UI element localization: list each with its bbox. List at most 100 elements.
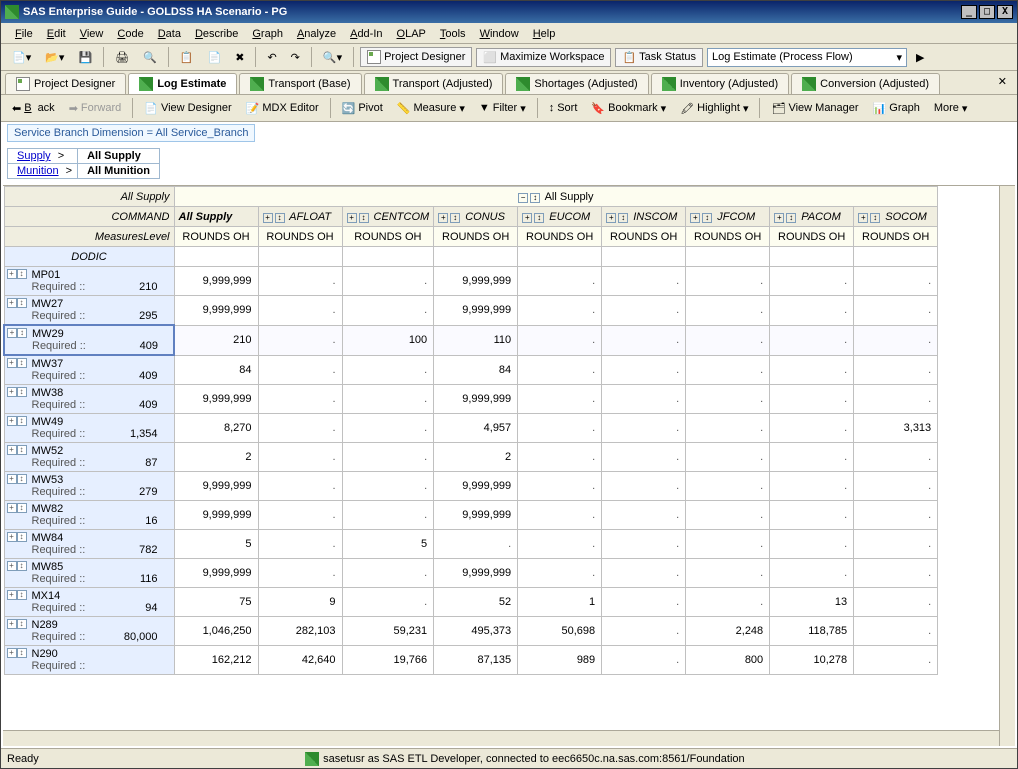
drill-icon[interactable]: ↕: [17, 416, 27, 426]
menu-edit[interactable]: Edit: [41, 25, 72, 43]
drill-icon[interactable]: ↕: [17, 269, 27, 279]
project-designer-button[interactable]: Project Designer: [360, 47, 472, 67]
expand-icon[interactable]: +: [7, 269, 17, 279]
tab-conversion-adjusted-[interactable]: Conversion (Adjusted): [791, 73, 940, 94]
col-inscom[interactable]: +↕ INSCOM: [602, 207, 686, 227]
menu-code[interactable]: Code: [111, 25, 149, 43]
maximize-workspace-button[interactable]: ⬜ Maximize Workspace: [476, 48, 611, 67]
back-button[interactable]: ⬅ Back: [7, 99, 60, 118]
expand-icon[interactable]: +: [7, 328, 17, 338]
menu-view[interactable]: View: [74, 25, 110, 43]
drill-icon[interactable]: ↕: [17, 648, 27, 658]
drill-icon[interactable]: ↕: [17, 445, 27, 455]
expand-icon[interactable]: +: [7, 445, 17, 455]
col-eucom[interactable]: +↕ EUCOM: [518, 207, 602, 227]
close-tab-button[interactable]: ✕: [992, 73, 1013, 94]
expand-icon[interactable]: +: [7, 416, 17, 426]
tab-log-estimate[interactable]: Log Estimate: [128, 73, 237, 94]
row-N290[interactable]: +↕N290Required ::: [4, 646, 174, 675]
drill-icon[interactable]: ↕: [17, 474, 27, 484]
drill-icon[interactable]: ↕: [17, 387, 27, 397]
minimize-button[interactable]: _: [961, 5, 977, 19]
expand-icon[interactable]: +: [7, 561, 17, 571]
graph-button[interactable]: 📊 Graph: [868, 99, 925, 118]
menu-window[interactable]: Window: [474, 25, 525, 43]
horizontal-scrollbar[interactable]: [3, 730, 999, 746]
col-span[interactable]: −↕ All Supply: [174, 187, 938, 207]
col-afloat[interactable]: +↕ AFLOAT: [258, 207, 342, 227]
search-button[interactable]: 🔍▾: [318, 48, 347, 67]
menu-olap[interactable]: OLAP: [391, 25, 432, 43]
delete-button[interactable]: ✖: [230, 48, 249, 67]
row-MW85[interactable]: +↕MW85Required ::116: [4, 559, 174, 588]
row-MW52[interactable]: +↕MW52Required ::87: [4, 443, 174, 472]
close-button[interactable]: X: [997, 5, 1013, 19]
tab-project-designer[interactable]: Project Designer: [5, 73, 126, 94]
col-centcom[interactable]: +↕ CENTCOM: [342, 207, 434, 227]
drill-icon[interactable]: ↕: [17, 328, 27, 338]
view-manager-button[interactable]: 🗂 View Manager: [766, 99, 863, 118]
drill-icon[interactable]: ↕: [17, 590, 27, 600]
flow-select[interactable]: Log Estimate (Process Flow)▾: [707, 48, 907, 67]
col-jfcom[interactable]: +↕ JFCOM: [686, 207, 770, 227]
drill-icon[interactable]: ↕: [17, 298, 27, 308]
drill-icon[interactable]: ↕: [17, 358, 27, 368]
pivot-button[interactable]: 🔄 Pivot: [337, 99, 388, 118]
maximize-button[interactable]: □: [979, 5, 995, 19]
drill-icon[interactable]: ↕: [17, 503, 27, 513]
tab-transport-base-[interactable]: Transport (Base): [239, 73, 361, 94]
undo-button[interactable]: ↶: [262, 48, 281, 67]
col-pacom[interactable]: +↕ PACOM: [770, 207, 854, 227]
expand-icon[interactable]: +: [7, 648, 17, 658]
row-MP01[interactable]: +↕MP01Required ::210: [4, 267, 174, 296]
redo-button[interactable]: ↷: [286, 48, 305, 67]
task-status-button[interactable]: 📋 Task Status: [615, 48, 703, 67]
row-MW82[interactable]: +↕MW82Required ::16: [4, 501, 174, 530]
expand-icon[interactable]: +: [7, 619, 17, 629]
row-N289[interactable]: +↕N289Required ::80,000: [4, 617, 174, 646]
expand-icon[interactable]: +: [7, 298, 17, 308]
sort-button[interactable]: ↕ Sort: [544, 99, 583, 117]
tab-inventory-adjusted-[interactable]: Inventory (Adjusted): [651, 73, 789, 94]
paste-button[interactable]: 📄: [203, 48, 227, 67]
collapse-icon[interactable]: −: [518, 193, 528, 203]
copy-button[interactable]: 📋: [175, 48, 199, 67]
col-socom[interactable]: +↕ SOCOM: [854, 207, 938, 227]
munition-link[interactable]: Munition: [13, 164, 63, 178]
row-MW49[interactable]: +↕MW49Required ::1,354: [4, 414, 174, 443]
col-conus[interactable]: +↕ CONUS: [434, 207, 518, 227]
menu-help[interactable]: Help: [527, 25, 562, 43]
expand-icon[interactable]: +: [7, 590, 17, 600]
print-button[interactable]: 🖨: [110, 48, 134, 67]
bookmark-button[interactable]: 🔖 Bookmark ▾: [586, 99, 671, 118]
menu-add-in[interactable]: Add-In: [344, 25, 388, 43]
col-all-supply[interactable]: All Supply: [174, 207, 258, 227]
drill-icon[interactable]: ↕: [17, 561, 27, 571]
vertical-scrollbar[interactable]: [999, 186, 1015, 746]
drill-icon[interactable]: ↕: [17, 532, 27, 542]
menu-describe[interactable]: Describe: [189, 25, 244, 43]
save-button[interactable]: 💾: [73, 48, 97, 67]
menu-file[interactable]: File: [9, 25, 39, 43]
highlight-button[interactable]: 🖍 Highlight ▾: [675, 99, 753, 118]
menu-graph[interactable]: Graph: [246, 25, 289, 43]
filter-button[interactable]: ▼ Filter ▾: [474, 99, 531, 118]
filter-info[interactable]: Service Branch Dimension = All Service_B…: [7, 124, 255, 142]
row-MW53[interactable]: +↕MW53Required ::279: [4, 472, 174, 501]
row-MW27[interactable]: +↕MW27Required ::295: [4, 296, 174, 326]
row-MW38[interactable]: +↕MW38Required ::409: [4, 385, 174, 414]
expand-icon[interactable]: +: [7, 358, 17, 368]
row-MW29[interactable]: +↕MW29Required ::409: [4, 325, 174, 355]
supply-link[interactable]: Supply: [13, 149, 55, 163]
open-button[interactable]: 📂▾: [40, 48, 69, 67]
mdx-editor-button[interactable]: 📝 MDX Editor: [241, 99, 324, 118]
tab-shortages-adjusted-[interactable]: Shortages (Adjusted): [505, 73, 648, 94]
expand-icon[interactable]: +: [7, 532, 17, 542]
forward-button[interactable]: ➡ Forward: [64, 99, 127, 118]
menu-analyze[interactable]: Analyze: [291, 25, 342, 43]
measure-button[interactable]: 📏 Measure ▾: [392, 99, 470, 118]
row-MW37[interactable]: +↕MW37Required ::409: [4, 355, 174, 385]
expand-icon[interactable]: +: [7, 387, 17, 397]
menu-tools[interactable]: Tools: [434, 25, 472, 43]
preview-button[interactable]: 🔍: [138, 48, 162, 67]
